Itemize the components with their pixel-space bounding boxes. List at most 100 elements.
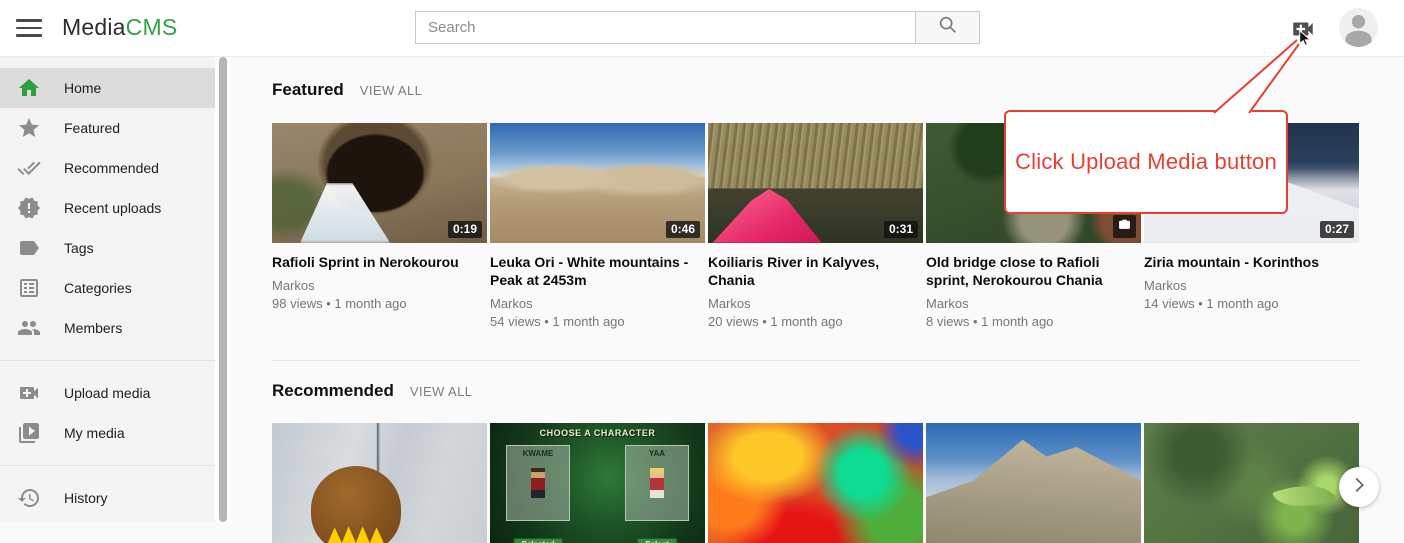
video-thumbnail[interactable]: CHOOSE A CHARACTER KWAME Selected YAA Se… [490,423,705,543]
section-divider [272,360,1361,361]
media-author[interactable]: Markos [272,277,487,295]
star-icon [17,116,41,140]
media-title[interactable]: Leuka Ori - White mountains - Peak at 24… [490,253,705,289]
video-thumbnail[interactable] [1144,423,1359,543]
media-author[interactable]: Markos [708,295,923,313]
video-thumbnail[interactable]: 0:31 [708,123,923,243]
video-thumbnail[interactable] [708,423,923,543]
new-releases-icon [17,196,41,220]
sidebar-item-recent-uploads[interactable]: Recent uploads [0,188,216,228]
user-avatar[interactable] [1339,8,1378,47]
sidebar-scrollbar-thumb[interactable] [219,57,227,522]
hamburger-menu-button[interactable] [16,15,42,41]
media-title[interactable]: Koiliaris River in Kalyves, Chania [708,253,923,289]
sidebar-item-my-media[interactable]: My media [0,413,216,453]
video-thumbnail[interactable]: 0:19 [272,123,487,243]
media-card[interactable] [1144,423,1359,543]
camera-badge [1113,215,1136,238]
featured-view-all-link[interactable]: VIEW ALL [360,83,422,98]
search-icon [937,14,959,41]
media-meta: 8 views • 1 month ago [926,313,1141,331]
recommended-view-all-link[interactable]: VIEW ALL [410,384,472,399]
character-sprite [650,468,664,498]
sidebar-item-label: Upload media [64,385,150,401]
sidebar-item-label: Members [64,320,122,336]
sidebar-divider [0,465,216,466]
media-card[interactable] [926,423,1141,543]
upload-media-button[interactable] [1290,16,1316,42]
sidebar-item-history[interactable]: History [0,478,216,518]
media-meta: 20 views • 1 month ago [708,313,923,331]
video-library-icon [17,421,41,445]
sidebar-item-categories[interactable]: Categories [0,268,216,308]
media-card[interactable] [708,423,923,543]
sidebar-item-recommended[interactable]: Recommended [0,148,216,188]
sidebar-item-label: Home [64,80,101,96]
chevron-right-icon [1348,474,1370,501]
media-card[interactable] [272,423,487,543]
annotation-callout: Click Upload Media button [1004,110,1288,214]
search-button[interactable] [915,12,979,43]
character-panel: YAA Select [625,445,689,521]
sidebar-item-label: Recommended [64,160,159,176]
sidebar-item-label: History [64,490,108,506]
thumbnail-overlay-text: CHOOSE A CHARACTER [490,428,705,438]
logo-text-green: CMS [126,14,178,40]
sidebar-item-label: Tags [64,240,94,256]
search-input[interactable] [416,12,915,43]
sidebar-item-label: Recent uploads [64,200,161,216]
featured-section-header: Featured VIEW ALL [272,80,422,100]
annotation-text: Click Upload Media button [1015,149,1277,175]
topbar: MediaCMS [0,0,1404,57]
video-call-icon [17,381,41,405]
video-thumbnail[interactable] [272,423,487,543]
recommended-row: CHOOSE A CHARACTER KWAME Selected YAA Se… [272,423,1359,543]
media-title[interactable]: Old bridge close to Rafioli sprint, Nero… [926,253,1141,289]
history-icon [17,486,41,510]
video-call-icon [1290,29,1316,46]
search-bar [415,11,980,44]
media-card[interactable]: CHOOSE A CHARACTER KWAME Selected YAA Se… [490,423,705,543]
video-thumbnail[interactable]: 0:46 [490,123,705,243]
home-icon [17,76,41,100]
character-sprite [531,468,545,498]
media-author[interactable]: Markos [490,295,705,313]
sidebar-item-upload-media[interactable]: Upload media [0,373,216,413]
sidebar-item-label: Featured [64,120,120,136]
thumbnail-overlay-text: KWAME [507,449,569,458]
sidebar-item-tags[interactable]: Tags [0,228,216,268]
mediacms-home-screen: Home Featured Recommended Recent uploads… [0,0,1404,522]
sidebar: Home Featured Recommended Recent uploads… [0,56,216,522]
app-logo[interactable]: MediaCMS [62,14,177,41]
character-panel: KWAME Selected [506,445,570,521]
recommended-section-header: Recommended VIEW ALL [272,381,472,401]
sidebar-item-home[interactable]: Home [0,68,216,108]
media-card[interactable]: 0:31 Koiliaris River in Kalyves, Chania … [708,123,923,331]
video-thumbnail[interactable] [926,423,1141,543]
media-author[interactable]: Markos [926,295,1141,313]
sidebar-item-members[interactable]: Members [0,308,216,348]
duration-badge: 0:31 [884,221,918,238]
people-icon [17,316,41,340]
media-author[interactable]: Markos [1144,277,1359,295]
media-meta: 14 views • 1 month ago [1144,295,1359,313]
section-title: Recommended [272,381,394,401]
media-card[interactable]: 0:46 Leuka Ori - White mountains - Peak … [490,123,705,331]
duration-badge: 0:46 [666,221,700,238]
duration-badge: 0:19 [448,221,482,238]
thumbnail-overlay-text: Selected [514,538,563,543]
media-meta: 54 views • 1 month ago [490,313,705,331]
media-card[interactable]: 0:19 Rafioli Sprint in Nerokourou Markos… [272,123,487,331]
thumbnail-overlay-text: YAA [626,449,688,458]
thumbnail-overlay-text: Select [637,538,677,543]
sidebar-item-featured[interactable]: Featured [0,108,216,148]
section-title: Featured [272,80,344,100]
media-title[interactable]: Rafioli Sprint in Nerokourou [272,253,487,271]
tag-icon [17,236,41,260]
sidebar-item-label: Categories [64,280,132,296]
media-meta: 98 views • 1 month ago [272,295,487,313]
camera-icon [1118,218,1131,235]
logo-text-black: Media [62,14,126,40]
carousel-next-button[interactable] [1339,467,1379,507]
media-title[interactable]: Ziria mountain - Korinthos [1144,253,1359,271]
